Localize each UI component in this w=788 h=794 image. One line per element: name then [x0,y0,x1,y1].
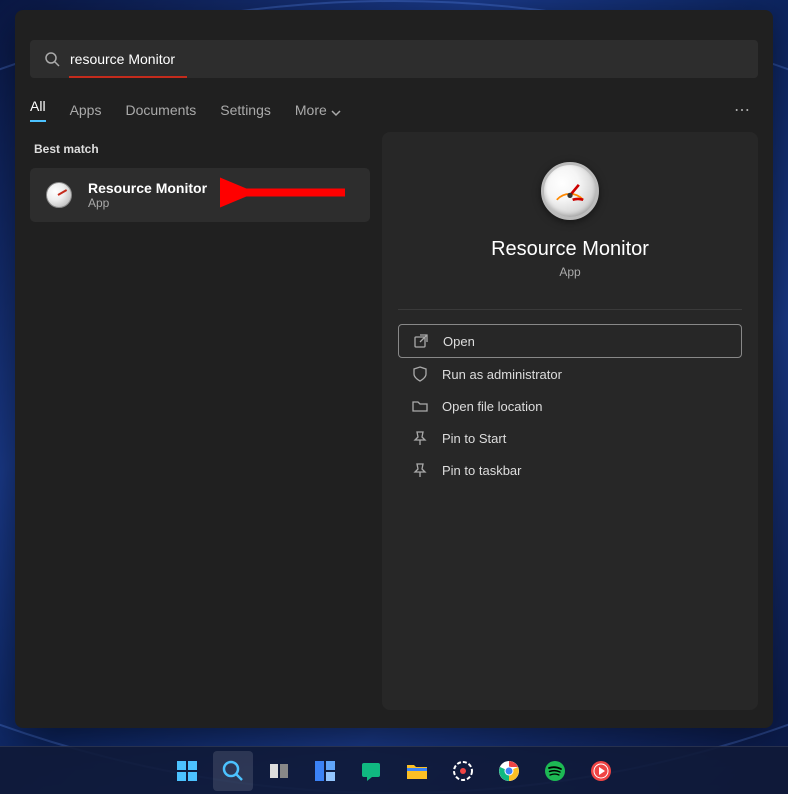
action-run-admin[interactable]: Run as administrator [398,358,742,390]
tab-documents[interactable]: Documents [125,102,196,118]
taskbar-spotify-icon[interactable] [535,751,575,791]
detail-title: Resource Monitor [491,238,649,261]
detail-subtitle: App [559,265,580,279]
more-options-icon[interactable]: ⋯ [734,100,758,120]
taskbar [0,746,788,794]
detail-app-icon [541,162,599,220]
action-pin-taskbar[interactable]: Pin to taskbar [398,454,742,486]
taskbar-search-icon[interactable] [213,751,253,791]
action-open-location[interactable]: Open file location [398,390,742,422]
search-input[interactable] [70,51,744,67]
pin-icon [412,430,428,446]
shield-icon [412,366,428,382]
tab-apps[interactable]: Apps [70,102,102,118]
action-list: Open Run as administrator [398,324,742,486]
gauge-icon [46,182,72,208]
action-open[interactable]: Open [398,324,742,358]
search-panel: All Apps Documents Settings More ⋯ Best … [15,10,773,728]
open-icon [413,333,429,349]
taskbar-app-icon[interactable] [443,751,483,791]
taskbar-widgets-icon[interactable] [305,751,345,791]
result-item-resource-monitor[interactable]: Resource Monitor App [30,168,370,222]
section-label-best-match: Best match [34,142,366,156]
action-pin-start-label: Pin to Start [442,431,506,446]
action-open-label: Open [443,334,475,349]
tab-more-label: More [295,102,327,118]
action-pin-taskbar-label: Pin to taskbar [442,463,522,478]
taskbar-chat-icon[interactable] [351,751,391,791]
folder-icon [412,398,428,414]
taskbar-taskview-icon[interactable] [259,751,299,791]
chevron-down-icon [331,105,341,115]
tabs-row: All Apps Documents Settings More ⋯ [15,78,773,132]
detail-pane: Resource Monitor App Open [382,132,758,710]
action-open-location-label: Open file location [442,399,542,414]
taskbar-explorer-icon[interactable] [397,751,437,791]
taskbar-chrome-icon[interactable] [489,751,529,791]
divider [398,309,742,310]
action-pin-start[interactable]: Pin to Start [398,422,742,454]
taskbar-youtube-icon[interactable] [581,751,621,791]
result-subtitle: App [88,196,207,210]
taskbar-start-icon[interactable] [167,751,207,791]
result-title: Resource Monitor [88,180,207,196]
results-column: Best match Resource Monitor App [30,132,370,710]
search-bar[interactable] [30,40,758,78]
annotation-arrow-icon [220,173,350,218]
tab-more[interactable]: More [295,102,341,118]
action-run-admin-label: Run as administrator [442,367,562,382]
tab-settings[interactable]: Settings [220,102,271,118]
result-app-icon [44,180,74,210]
search-icon [44,51,60,67]
tab-all[interactable]: All [30,98,46,122]
pin-icon [412,462,428,478]
